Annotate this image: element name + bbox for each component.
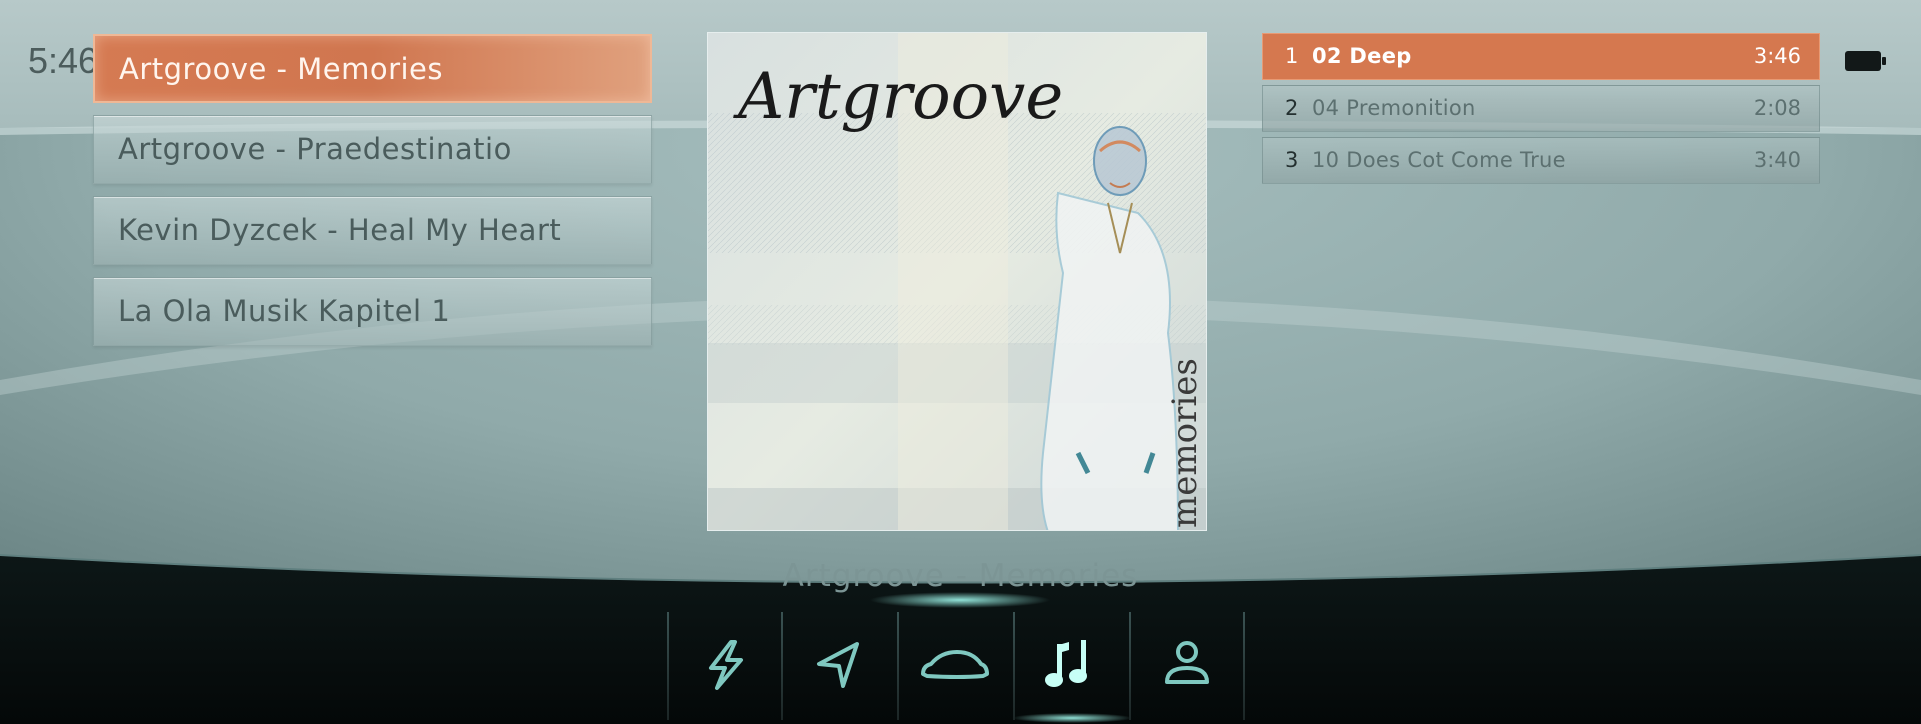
track-duration: 3:40: [1753, 148, 1801, 172]
dock-button-navigation[interactable]: [783, 612, 895, 724]
track-number: 3: [1285, 148, 1299, 172]
track-duration: 3:46: [1753, 44, 1801, 68]
album-item-la-ola-musik[interactable]: La Ola Musik Kapitel 1: [93, 277, 652, 346]
album-item-artgroove-praedestinatio[interactable]: Artgroove - Praedestinatio: [93, 115, 652, 184]
track-row[interactable]: 3 10 Does Cot Come True 3:40: [1262, 137, 1820, 184]
album-item-artgroove-memories[interactable]: Artgroove - Memories: [93, 34, 652, 103]
track-number: 1: [1285, 44, 1299, 68]
navigation-arrow-icon: [817, 642, 859, 688]
album-cover-image: Artgroove memories: [708, 33, 1206, 530]
cover-subtitle: memories: [1165, 358, 1205, 528]
dock-divider: [1243, 612, 1245, 720]
dock-button-charging[interactable]: [669, 612, 781, 724]
clock: 5:46: [28, 40, 99, 81]
track-duration: 2:08: [1753, 96, 1801, 120]
track-row[interactable]: 2 04 Premonition 2:08: [1262, 85, 1820, 132]
track-row[interactable]: 1 02 Deep 3:46: [1262, 33, 1820, 80]
dock-button-profile[interactable]: [1131, 612, 1243, 724]
lightning-icon: [709, 640, 743, 690]
album-item-kevin-dyzcek[interactable]: Kevin Dyzcek - Heal My Heart: [93, 196, 652, 265]
track-title: 10 Does Cot Come True: [1312, 148, 1566, 172]
battery-icon: [1845, 51, 1886, 71]
dock-button-vehicle[interactable]: [899, 612, 1011, 724]
cover-title: Artgroove: [733, 60, 1063, 134]
infotainment-screen: 5:46 Artgroove - Memories Artgroove - Pr…: [0, 0, 1921, 724]
car-icon: [921, 650, 989, 679]
album-cover-art: Artgroove memories: [707, 32, 1207, 531]
track-number: 2: [1285, 96, 1299, 120]
music-note-icon: [1045, 640, 1087, 687]
now-playing-title: Artgroove - Memories: [782, 558, 1139, 594]
track-title: 02 Deep: [1312, 44, 1412, 68]
dock-button-media[interactable]: [1015, 612, 1127, 724]
track-title: 04 Premonition: [1312, 96, 1476, 120]
user-icon: [1165, 641, 1209, 684]
